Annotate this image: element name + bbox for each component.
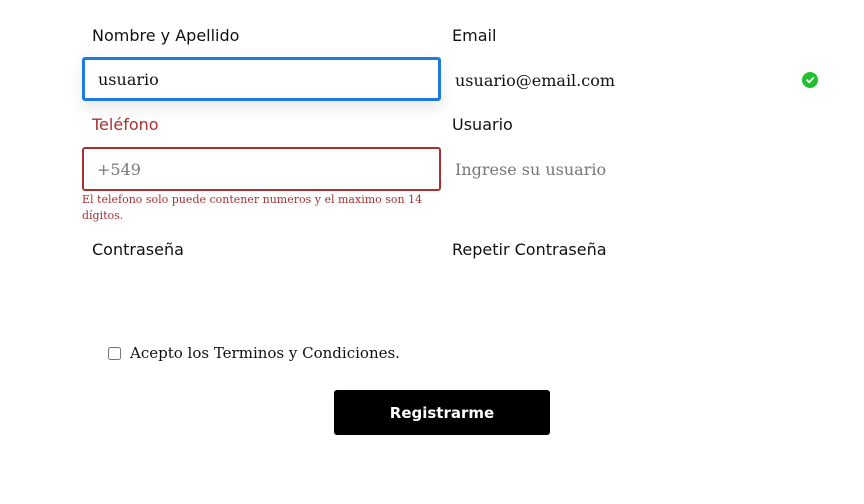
- terms-checkbox[interactable]: [108, 346, 121, 360]
- name-input[interactable]: [82, 57, 441, 101]
- phone-error-message: El telefono solo puede contener numeros …: [82, 193, 423, 222]
- username-input[interactable]: [452, 147, 792, 191]
- name-label: Nombre y Apellido: [92, 26, 240, 45]
- terms-label: Acepto los Terminos y Condiciones.: [130, 344, 400, 362]
- check-circle-icon: [802, 72, 818, 88]
- register-button[interactable]: Registrarme: [334, 390, 550, 435]
- password-label: Contraseña: [92, 240, 184, 259]
- terms-checkbox-row[interactable]: Acepto los Terminos y Condiciones.: [108, 344, 400, 362]
- phone-label: Teléfono: [92, 115, 159, 134]
- phone-input[interactable]: [82, 147, 441, 191]
- email-label: Email: [452, 26, 497, 45]
- username-label: Usuario: [452, 115, 513, 134]
- repeat-password-label: Repetir Contraseña: [452, 240, 607, 259]
- email-input[interactable]: [452, 58, 792, 102]
- registration-form: Nombre y Apellido Email Teléfono Usuario…: [0, 0, 864, 504]
